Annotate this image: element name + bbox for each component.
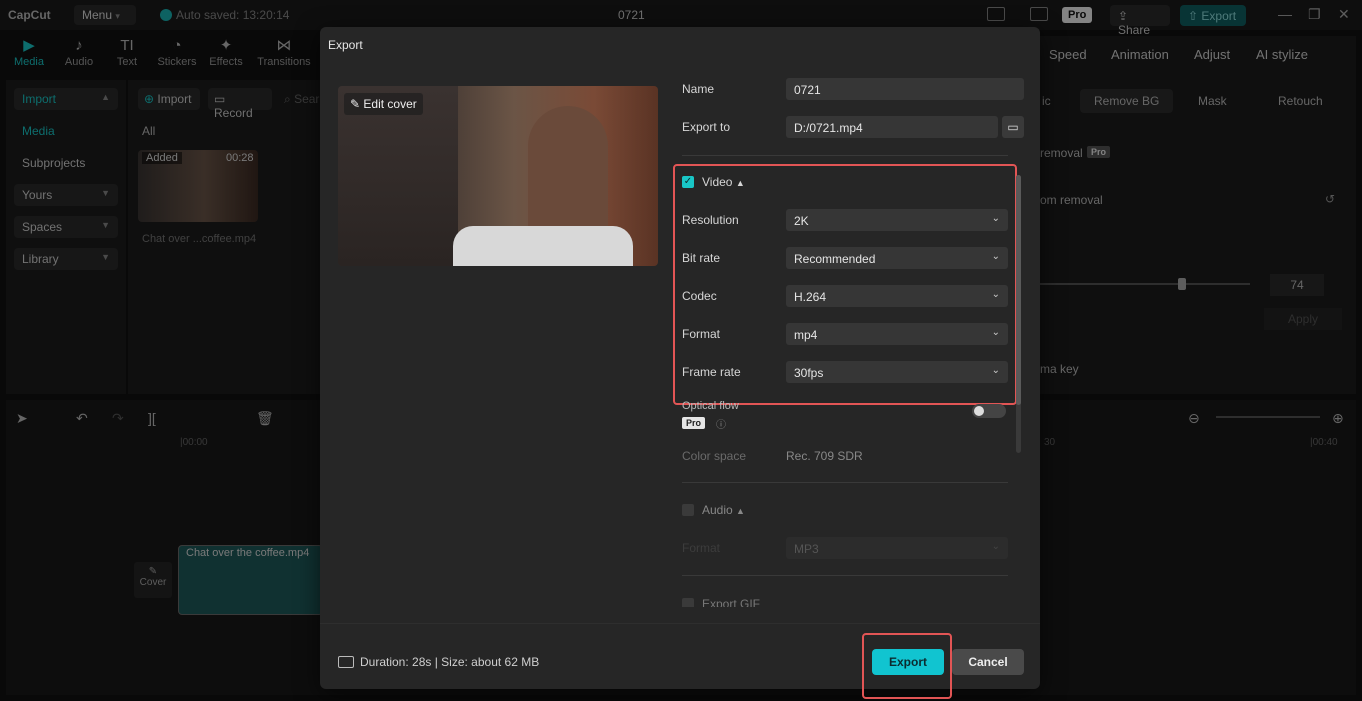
edit-cover-label: Edit cover	[363, 97, 417, 111]
name-input[interactable]: 0721	[786, 78, 1024, 100]
codec-select[interactable]: H.264 ⌄	[786, 285, 1008, 307]
help-icon[interactable]: ⓘ	[716, 416, 726, 431]
toggle-knob	[974, 406, 984, 416]
resolution-select[interactable]: 2K ⌄	[786, 209, 1008, 231]
colorspace-value: Rec. 709 SDR	[786, 449, 863, 463]
export-to-label: Export to	[682, 120, 731, 134]
chevron-down-icon: ⌄	[991, 213, 1000, 224]
gif-checkbox[interactable]	[682, 598, 694, 607]
scrollbar-thumb[interactable]	[1016, 175, 1021, 405]
audio-checkbox[interactable]	[682, 504, 694, 516]
codec-label: Codec	[682, 289, 717, 303]
footer-divider	[320, 623, 1040, 624]
export-dialog: Export ✎ Edit cover Name 0721 Export to …	[320, 27, 1040, 699]
divider	[682, 575, 1008, 576]
footer-info: Duration: 28s | Size: about 62 MB	[338, 655, 539, 669]
framerate-select[interactable]: 30fps ⌄	[786, 361, 1008, 383]
chevron-up-icon: ▲	[736, 506, 745, 516]
audio-format-select[interactable]: MP3 ⌄	[786, 537, 1008, 559]
gif-row: Export GIF	[682, 593, 1012, 607]
audio-format-value: MP3	[794, 542, 819, 556]
video-checkbox[interactable]: ✓	[682, 176, 694, 188]
optical-flow-label: Optical flow	[682, 400, 739, 412]
chevron-down-icon: ⌄	[991, 365, 1000, 376]
edit-icon: ✎	[350, 97, 364, 111]
resolution-value: 2K	[794, 214, 809, 228]
film-icon	[338, 656, 354, 668]
resolution-label: Resolution	[682, 213, 739, 227]
duration-size-text: Duration: 28s | Size: about 62 MB	[360, 655, 540, 669]
codec-value: H.264	[794, 290, 827, 304]
format-select[interactable]: mp4 ⌄	[786, 323, 1008, 345]
bitrate-value: Recommended	[794, 252, 876, 266]
export-path-input[interactable]: D:/0721.mp4	[786, 116, 998, 138]
export-button[interactable]: Export	[872, 649, 944, 675]
audio-format-label: Format	[682, 541, 721, 555]
name-label: Name	[682, 82, 715, 96]
framerate-value: 30fps	[794, 366, 824, 380]
video-section-label: Video	[702, 175, 733, 189]
divider	[682, 482, 1008, 483]
chevron-down-icon: ⌄	[991, 541, 1000, 552]
divider	[682, 155, 1008, 156]
video-section-title[interactable]: Video ▲	[702, 175, 745, 189]
chevron-down-icon: ⌄	[991, 327, 1000, 338]
bitrate-select[interactable]: Recommended ⌄	[786, 247, 1008, 269]
optical-flow-toggle[interactable]	[972, 404, 1006, 418]
colorspace-label: Color space	[682, 449, 747, 463]
chevron-down-icon: ⌄	[991, 289, 1000, 300]
audio-section-title[interactable]: Audio ▲	[702, 503, 745, 517]
bitrate-label: Bit rate	[682, 251, 721, 265]
audio-section-label: Audio	[702, 503, 733, 517]
dialog-title: Export	[328, 38, 363, 52]
format-value: mp4	[794, 328, 818, 342]
chevron-down-icon: ⌄	[991, 251, 1000, 262]
folder-icon[interactable]: ▭	[1002, 116, 1024, 138]
format-label: Format	[682, 327, 721, 341]
pro-badge: Pro	[682, 417, 706, 429]
cancel-button[interactable]: Cancel	[952, 649, 1024, 675]
gif-section-title[interactable]: Export GIF	[702, 597, 760, 607]
edit-cover-button[interactable]: ✎ Edit cover	[344, 93, 423, 115]
chevron-up-icon: ▲	[735, 178, 745, 188]
framerate-label: Frame rate	[682, 365, 741, 379]
